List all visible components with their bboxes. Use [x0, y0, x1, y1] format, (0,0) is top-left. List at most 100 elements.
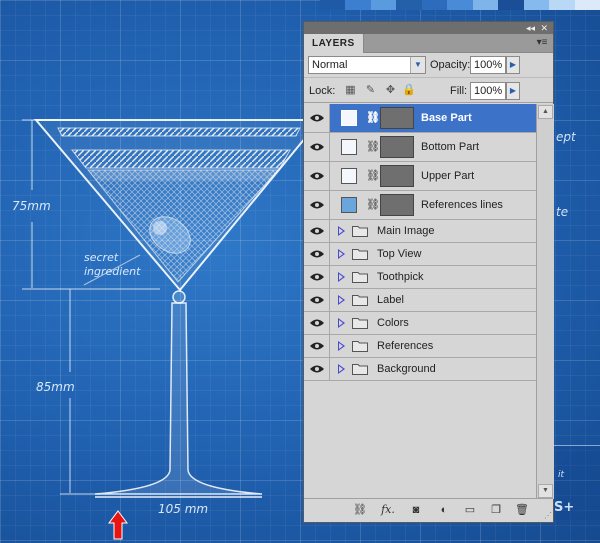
eye-icon[interactable]: [310, 201, 324, 209]
layer-thumbnail[interactable]: [341, 110, 357, 126]
tab-layers[interactable]: LAYERS: [304, 34, 364, 53]
delete-layer-icon[interactable]: 🗑: [514, 503, 530, 517]
group-row-colors[interactable]: Colors: [304, 312, 536, 335]
collapse-panel-icon[interactable]: ◂◂: [526, 22, 535, 34]
blend-mode-select[interactable]: Normal ▼: [308, 56, 426, 74]
lock-position-icon[interactable]: ✥: [384, 84, 397, 97]
expand-arrow-icon[interactable]: [338, 295, 345, 305]
visibility-toggle[interactable]: [304, 191, 330, 219]
group-name[interactable]: Label: [377, 294, 404, 306]
visibility-toggle[interactable]: [304, 220, 330, 242]
fill-label: Fill:: [450, 85, 468, 97]
layer-thumbnail[interactable]: [341, 197, 357, 213]
group-row-background[interactable]: Background: [304, 358, 536, 381]
panel-menu-icon[interactable]: ▾≡: [535, 37, 549, 49]
panel-title-bar[interactable]: ◂◂ ✕: [304, 22, 553, 34]
eye-icon[interactable]: [310, 273, 324, 281]
eye-icon[interactable]: [310, 250, 324, 258]
layer-name[interactable]: Bottom Part: [421, 141, 479, 153]
visibility-toggle[interactable]: [304, 358, 330, 380]
eye-icon[interactable]: [310, 143, 324, 151]
group-name[interactable]: Colors: [377, 317, 409, 329]
group-row-top-view[interactable]: Top View: [304, 243, 536, 266]
new-layer-icon[interactable]: ❐: [488, 503, 504, 517]
resize-grip-icon[interactable]: ⋰: [542, 511, 552, 521]
vector-mask-thumbnail[interactable]: [380, 136, 414, 158]
visibility-toggle[interactable]: [304, 335, 330, 357]
layer-name[interactable]: Upper Part: [421, 170, 474, 182]
layers-panel: ◂◂ ✕ LAYERS ▾≡ Normal ▼ Opacity: 100% ▶ …: [303, 21, 554, 523]
eye-icon[interactable]: [310, 114, 324, 122]
close-panel-icon[interactable]: ✕: [540, 22, 548, 34]
visibility-toggle[interactable]: [304, 162, 330, 190]
eye-icon[interactable]: [310, 227, 324, 235]
panel-tab-bar: LAYERS ▾≡: [304, 34, 553, 53]
link-layers-icon[interactable]: ⛓: [352, 503, 368, 517]
link-icon[interactable]: ⛓: [366, 140, 380, 154]
secret-line-1: secret: [84, 251, 119, 264]
lock-label: Lock:: [309, 85, 336, 97]
layer-name[interactable]: References lines: [421, 199, 503, 211]
lock-image-pixels-icon[interactable]: ✎: [364, 84, 377, 97]
layer-row-bottom-part[interactable]: ⛓ Bottom Part: [304, 133, 536, 162]
visibility-toggle[interactable]: [304, 289, 330, 311]
dimension-105mm: 105 mm: [158, 502, 209, 516]
fill-input[interactable]: 100%: [470, 82, 506, 100]
layer-thumbnail[interactable]: [341, 139, 357, 155]
group-name[interactable]: Toothpick: [377, 271, 423, 283]
folder-icon: [352, 249, 368, 260]
visibility-toggle[interactable]: [304, 266, 330, 288]
folder-icon: [352, 318, 368, 329]
fx-icon[interactable]: fx.: [380, 503, 396, 517]
add-mask-icon[interactable]: ◙: [408, 503, 424, 517]
visibility-toggle[interactable]: [304, 243, 330, 265]
expand-arrow-icon[interactable]: [338, 272, 345, 282]
eye-icon[interactable]: [310, 365, 324, 373]
opacity-stepper-icon[interactable]: ▶: [506, 56, 520, 74]
fill-stepper-icon[interactable]: ▶: [506, 82, 520, 100]
layer-row-references-lines[interactable]: ⛓ References lines: [304, 191, 536, 220]
scroll-down-icon[interactable]: ▼: [538, 484, 553, 498]
opacity-input[interactable]: 100%: [470, 56, 506, 74]
group-row-label[interactable]: Label: [304, 289, 536, 312]
blend-mode-value: Normal: [312, 59, 348, 71]
layer-row-upper-part[interactable]: ⛓ Upper Part: [304, 162, 536, 191]
group-name[interactable]: Main Image: [377, 225, 434, 237]
layers-scrollbar[interactable]: ▲ ▼: [536, 104, 554, 499]
vector-mask-thumbnail[interactable]: [380, 165, 414, 187]
visibility-toggle[interactable]: [304, 133, 330, 161]
lock-all-icon[interactable]: 🔒: [402, 84, 416, 97]
adjustment-layer-icon[interactable]: ◐: [436, 503, 452, 517]
group-row-toothpick[interactable]: Toothpick: [304, 266, 536, 289]
link-icon[interactable]: ⛓: [366, 111, 380, 125]
lock-transparent-pixels-icon[interactable]: ▦: [344, 84, 357, 97]
layer-row-base-part[interactable]: ⛓ Base Part: [304, 104, 536, 133]
scroll-up-icon[interactable]: ▲: [538, 105, 553, 119]
expand-arrow-icon[interactable]: [338, 226, 345, 236]
eye-icon[interactable]: [310, 319, 324, 327]
visibility-toggle[interactable]: [304, 312, 330, 334]
eye-icon[interactable]: [310, 342, 324, 350]
expand-arrow-icon[interactable]: [338, 318, 345, 328]
layer-thumbnail[interactable]: [341, 168, 357, 184]
red-arrow-icon: [108, 510, 128, 540]
layer-name[interactable]: Base Part: [421, 112, 472, 124]
new-group-icon[interactable]: ▭: [462, 503, 478, 517]
link-icon[interactable]: ⛓: [366, 169, 380, 183]
dimension-75mm: 75mm: [12, 199, 51, 213]
group-name[interactable]: References: [377, 340, 433, 352]
eye-icon[interactable]: [310, 296, 324, 304]
group-name[interactable]: Top View: [377, 248, 421, 260]
group-name[interactable]: Background: [377, 363, 436, 375]
expand-arrow-icon[interactable]: [338, 341, 345, 351]
link-icon[interactable]: ⛓: [366, 198, 380, 212]
visibility-toggle[interactable]: [304, 104, 330, 132]
dropdown-arrow-icon[interactable]: ▼: [410, 57, 425, 73]
vector-mask-thumbnail[interactable]: [380, 107, 414, 129]
expand-arrow-icon[interactable]: [338, 249, 345, 259]
group-row-main-image[interactable]: Main Image: [304, 220, 536, 243]
group-row-references[interactable]: References: [304, 335, 536, 358]
expand-arrow-icon[interactable]: [338, 364, 345, 374]
vector-mask-thumbnail[interactable]: [380, 194, 414, 216]
eye-icon[interactable]: [310, 172, 324, 180]
